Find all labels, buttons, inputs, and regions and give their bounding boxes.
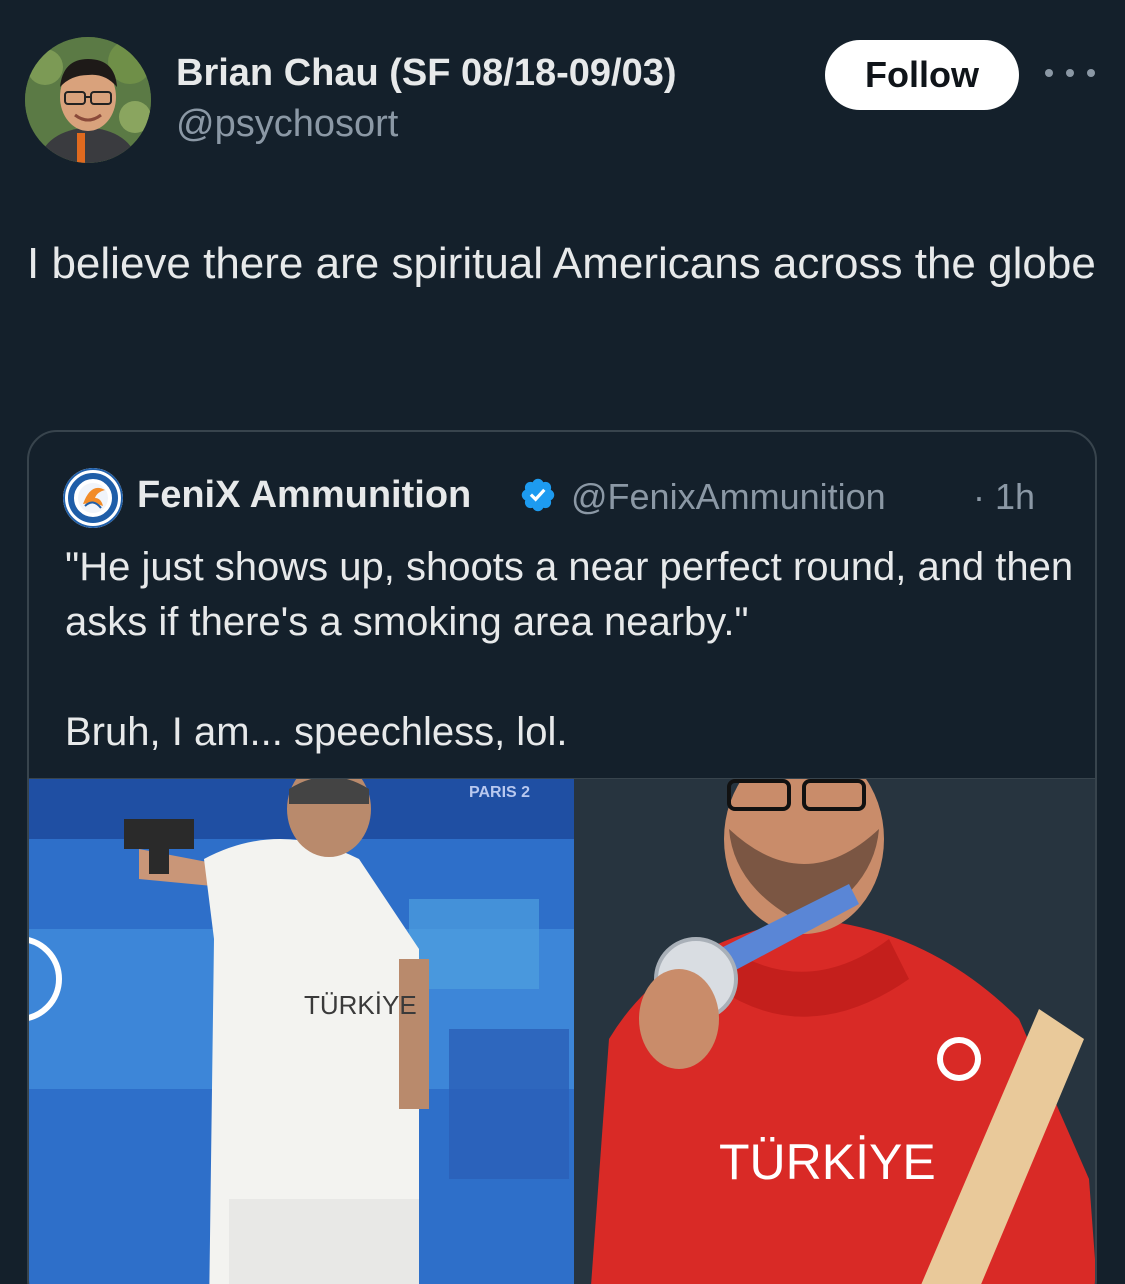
tweet-text: I believe there are spiritual Americans … xyxy=(27,239,1096,288)
author-name[interactable]: Brian Chau (SF 08/18-09/03) xyxy=(176,52,677,95)
quoted-text-paragraph-1: "He just shows up, shoots a near perfect… xyxy=(65,545,1074,644)
quoted-tweet-time[interactable]: · 1h xyxy=(973,476,1035,518)
author-avatar[interactable] xyxy=(25,37,151,163)
left-photo: PARIS 2 TÜRKİYE xyxy=(29,779,574,1284)
backdrop-text: PARIS 2 xyxy=(469,784,530,801)
tweet-page: Brian Chau (SF 08/18-09/03) @psychosort … xyxy=(0,0,1125,1284)
quoted-tweet-media[interactable]: PARIS 2 TÜRKİYE TÜRKİYE xyxy=(29,778,1095,1284)
quoted-author-avatar[interactable] xyxy=(63,468,123,528)
more-horizontal-icon[interactable] xyxy=(1045,58,1095,88)
quoted-tweet-text: "He just shows up, shoots a near perfect… xyxy=(65,540,1075,760)
quoted-author-name[interactable]: FeniX Ammunition xyxy=(137,474,471,517)
right-photo: TÜRKİYE xyxy=(574,779,1095,1284)
quoted-text-paragraph-2: Bruh, I am... speechless, lol. xyxy=(65,710,568,754)
quoted-tweet-card[interactable]: FeniX Ammunition @FenixAmmunition · 1h "… xyxy=(27,430,1097,1284)
right-jacket-text: TÜRKİYE xyxy=(719,1134,936,1190)
verified-badge-icon xyxy=(521,478,555,512)
quoted-author-handle[interactable]: @FenixAmmunition xyxy=(571,476,886,518)
follow-button[interactable]: Follow xyxy=(825,40,1019,110)
left-shirt-text: TÜRKİYE xyxy=(304,990,417,1020)
author-handle[interactable]: @psychosort xyxy=(176,103,398,146)
